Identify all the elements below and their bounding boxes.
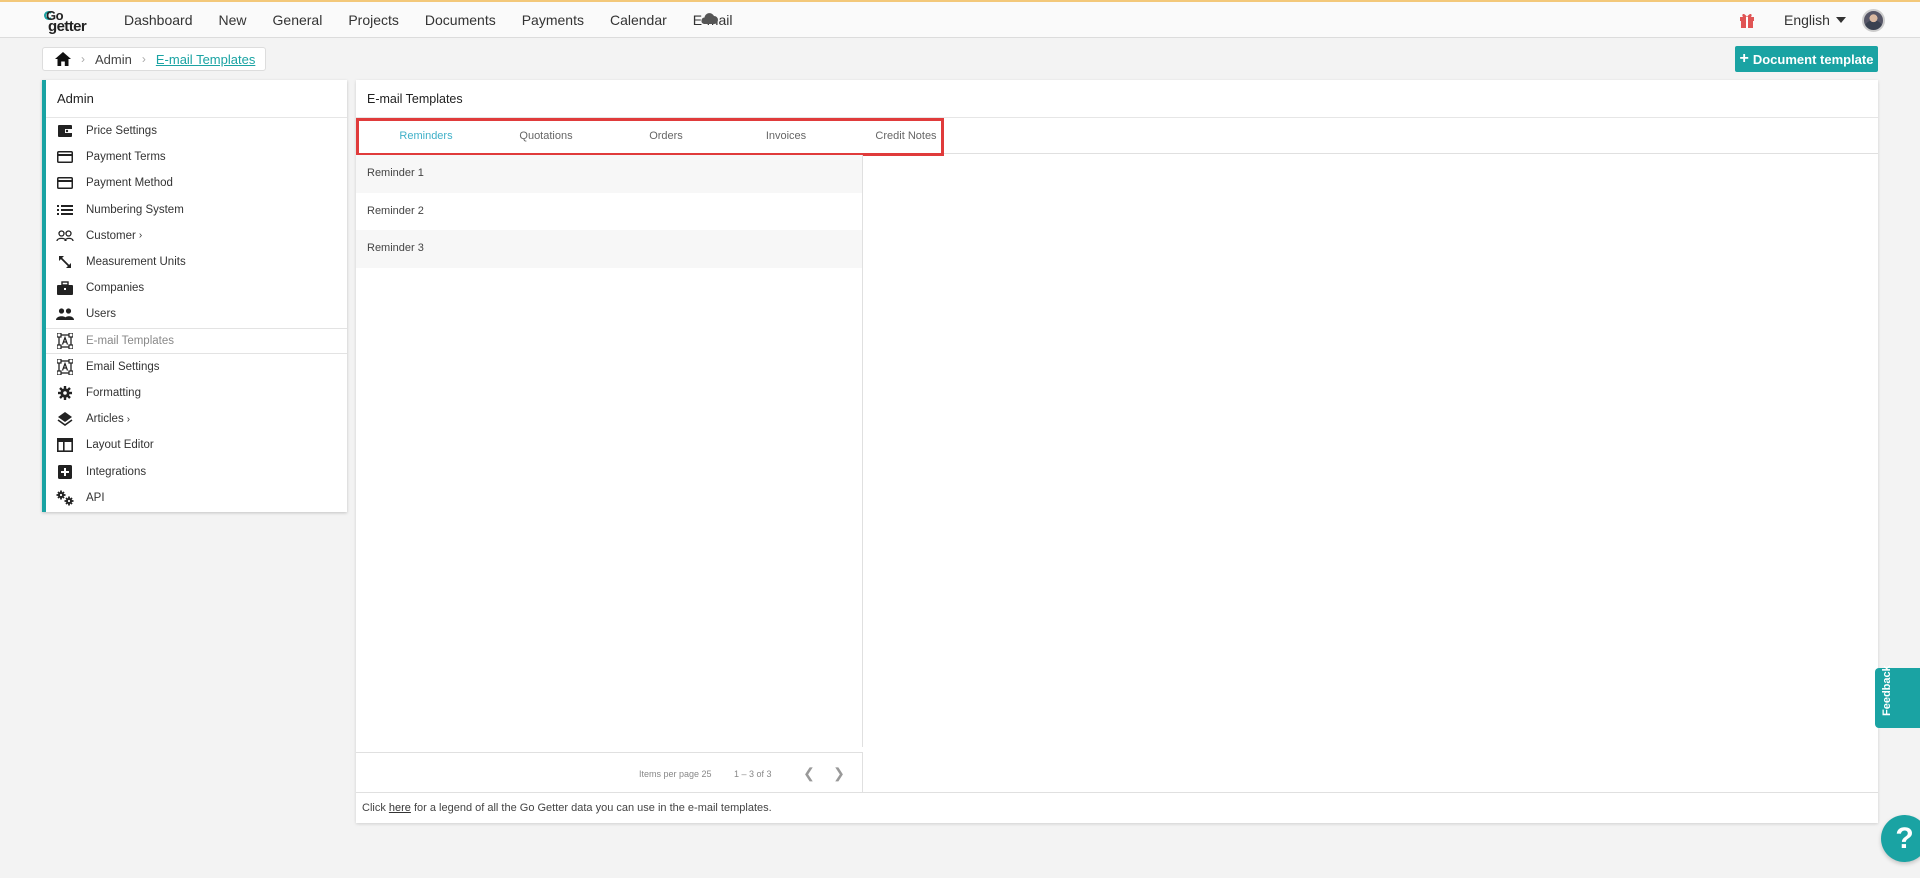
email-templates-panel: E-mail Templates Reminders Quotations Or… xyxy=(356,80,1878,823)
gogetter-logo[interactable]: Go getter xyxy=(44,8,104,35)
chevron-right-icon: › xyxy=(141,52,146,66)
avatar[interactable] xyxy=(1862,9,1885,32)
nav-dashboard[interactable]: Dashboard xyxy=(124,12,193,28)
sidebar-item-email-templates[interactable]: E-mail Templates xyxy=(46,327,347,354)
chevron-left-icon[interactable]: ❮ xyxy=(801,764,817,782)
sidebar-item-label: E-mail Templates xyxy=(86,334,174,347)
sidebar-item-api[interactable]: API xyxy=(46,485,347,511)
panel-title: E-mail Templates xyxy=(356,80,1878,118)
sidebar-item-formatting[interactable]: Formatting xyxy=(46,380,347,406)
people-icon xyxy=(56,306,74,322)
page-range-label: 1 – 3 of 3 xyxy=(734,769,772,779)
wallet-icon xyxy=(56,123,74,139)
sidebar-item-label: Price Settings xyxy=(86,125,157,138)
list-item[interactable]: Reminder 1 xyxy=(356,155,862,193)
list-item[interactable]: Reminder 2 xyxy=(356,193,862,231)
top-bar: Go getter Dashboard New General Projects… xyxy=(0,0,1920,38)
legend-note-post: for a legend of all the Go Getter data y… xyxy=(410,802,772,814)
sidebar-item-companies[interactable]: Companies xyxy=(46,275,347,301)
sidebar-item-users[interactable]: Users xyxy=(46,301,347,327)
sidebar-item-numbering-system[interactable]: Numbering System xyxy=(46,197,347,223)
sidebar-item-label: Articles xyxy=(86,413,124,426)
credit-card-icon xyxy=(56,175,74,191)
nav-general[interactable]: General xyxy=(273,12,323,28)
admin-sidebar: Admin Price Settings Payment Terms Payme… xyxy=(42,80,347,512)
sidebar-item-label: Layout Editor xyxy=(86,439,154,452)
items-per-page-label[interactable]: Items per page 25 xyxy=(639,769,712,779)
nav-new[interactable]: New xyxy=(219,12,247,28)
sidebar-item-measurement-units[interactable]: Measurement Units xyxy=(46,249,347,275)
breadcrumb: › Admin › E-mail Templates xyxy=(42,47,267,71)
layout-icon xyxy=(56,437,74,453)
feedback-button[interactable]: Feedback xyxy=(1875,665,1920,728)
chevron-right-icon: › xyxy=(81,52,85,66)
people-outline-icon xyxy=(56,228,74,244)
legend-link[interactable]: here xyxy=(389,802,411,814)
chevron-right-icon: › xyxy=(126,413,131,425)
help-button[interactable]: ? xyxy=(1881,815,1920,862)
gear-icon xyxy=(56,385,74,401)
logo-text-bottom: getter xyxy=(48,18,87,35)
list-icon xyxy=(56,202,74,218)
sidebar-title: Admin xyxy=(46,80,347,118)
document-template-button[interactable]: + Document template xyxy=(1735,46,1878,72)
plus-icon: + xyxy=(1739,50,1749,67)
breadcrumb-admin[interactable]: Admin xyxy=(95,52,132,67)
text-frame-icon xyxy=(56,358,74,375)
sidebar-item-label: Email Settings xyxy=(86,360,160,373)
credit-card-icon xyxy=(56,149,74,165)
nav-payments[interactable]: Payments xyxy=(522,12,584,28)
sidebar-item-label: Numbering System xyxy=(86,203,184,216)
language-selector[interactable]: English xyxy=(1784,12,1846,28)
home-icon[interactable] xyxy=(55,52,71,66)
template-list: Reminder 1 Reminder 2 Reminder 3 xyxy=(356,155,863,747)
nav-documents[interactable]: Documents xyxy=(425,12,496,28)
sidebar-item-label: Companies xyxy=(86,282,145,295)
paginator: Items per page 25 1 – 3 of 3 ❮ ❯ xyxy=(356,752,863,792)
layers-icon xyxy=(56,411,74,427)
sidebar-item-label: Payment Terms xyxy=(86,151,166,164)
gears-icon xyxy=(56,490,74,506)
sidebar-item-label: Formatting xyxy=(86,386,141,399)
sidebar-item-label: Users xyxy=(86,308,117,321)
sidebar-item-layout-editor[interactable]: Layout Editor xyxy=(46,432,347,458)
chevron-right-icon: › xyxy=(138,230,143,242)
sidebar-item-customer[interactable]: Customer › xyxy=(46,223,347,249)
plus-box-icon xyxy=(56,464,74,480)
tabs-highlight-box xyxy=(356,118,944,156)
question-mark-icon: ? xyxy=(1895,821,1914,855)
nav-calendar[interactable]: Calendar xyxy=(610,12,667,28)
sidebar-item-payment-terms[interactable]: Payment Terms xyxy=(46,144,347,170)
chevron-right-icon[interactable]: ❯ xyxy=(831,764,847,782)
list-item[interactable]: Reminder 3 xyxy=(356,230,862,268)
sidebar-item-price-settings[interactable]: Price Settings xyxy=(46,118,347,144)
sidebar-item-label: Integrations xyxy=(86,465,147,478)
caret-down-icon xyxy=(1835,17,1846,23)
resize-arrow-icon xyxy=(56,254,74,270)
gift-icon[interactable] xyxy=(1738,11,1756,29)
main-nav: Dashboard New General Projects Documents… xyxy=(124,2,758,38)
legend-note: Click here for a legend of all the Go Ge… xyxy=(356,792,1878,823)
breadcrumb-email-templates[interactable]: E-mail Templates xyxy=(156,52,255,67)
sidebar-item-integrations[interactable]: Integrations xyxy=(46,458,347,484)
sidebar-item-label: Measurement Units xyxy=(86,256,186,269)
sidebar-item-payment-method[interactable]: Payment Method xyxy=(46,170,347,196)
sidebar-item-articles[interactable]: Articles › xyxy=(46,406,347,432)
template-preview-pane xyxy=(864,155,1878,792)
document-template-label: Document template xyxy=(1752,51,1874,67)
legend-note-pre: Click xyxy=(362,802,389,814)
briefcase-icon xyxy=(56,280,74,296)
feedback-label: Feedback xyxy=(1881,665,1893,716)
text-frame-icon xyxy=(56,332,74,349)
nav-projects[interactable]: Projects xyxy=(348,12,399,28)
sidebar-item-label: Customer xyxy=(86,229,136,242)
language-label: English xyxy=(1784,12,1830,28)
sidebar-item-email-settings[interactable]: Email Settings xyxy=(46,354,347,380)
cloud-icon[interactable] xyxy=(700,12,718,24)
sidebar-item-label: Payment Method xyxy=(86,177,173,190)
sidebar-item-label: API xyxy=(86,491,105,504)
